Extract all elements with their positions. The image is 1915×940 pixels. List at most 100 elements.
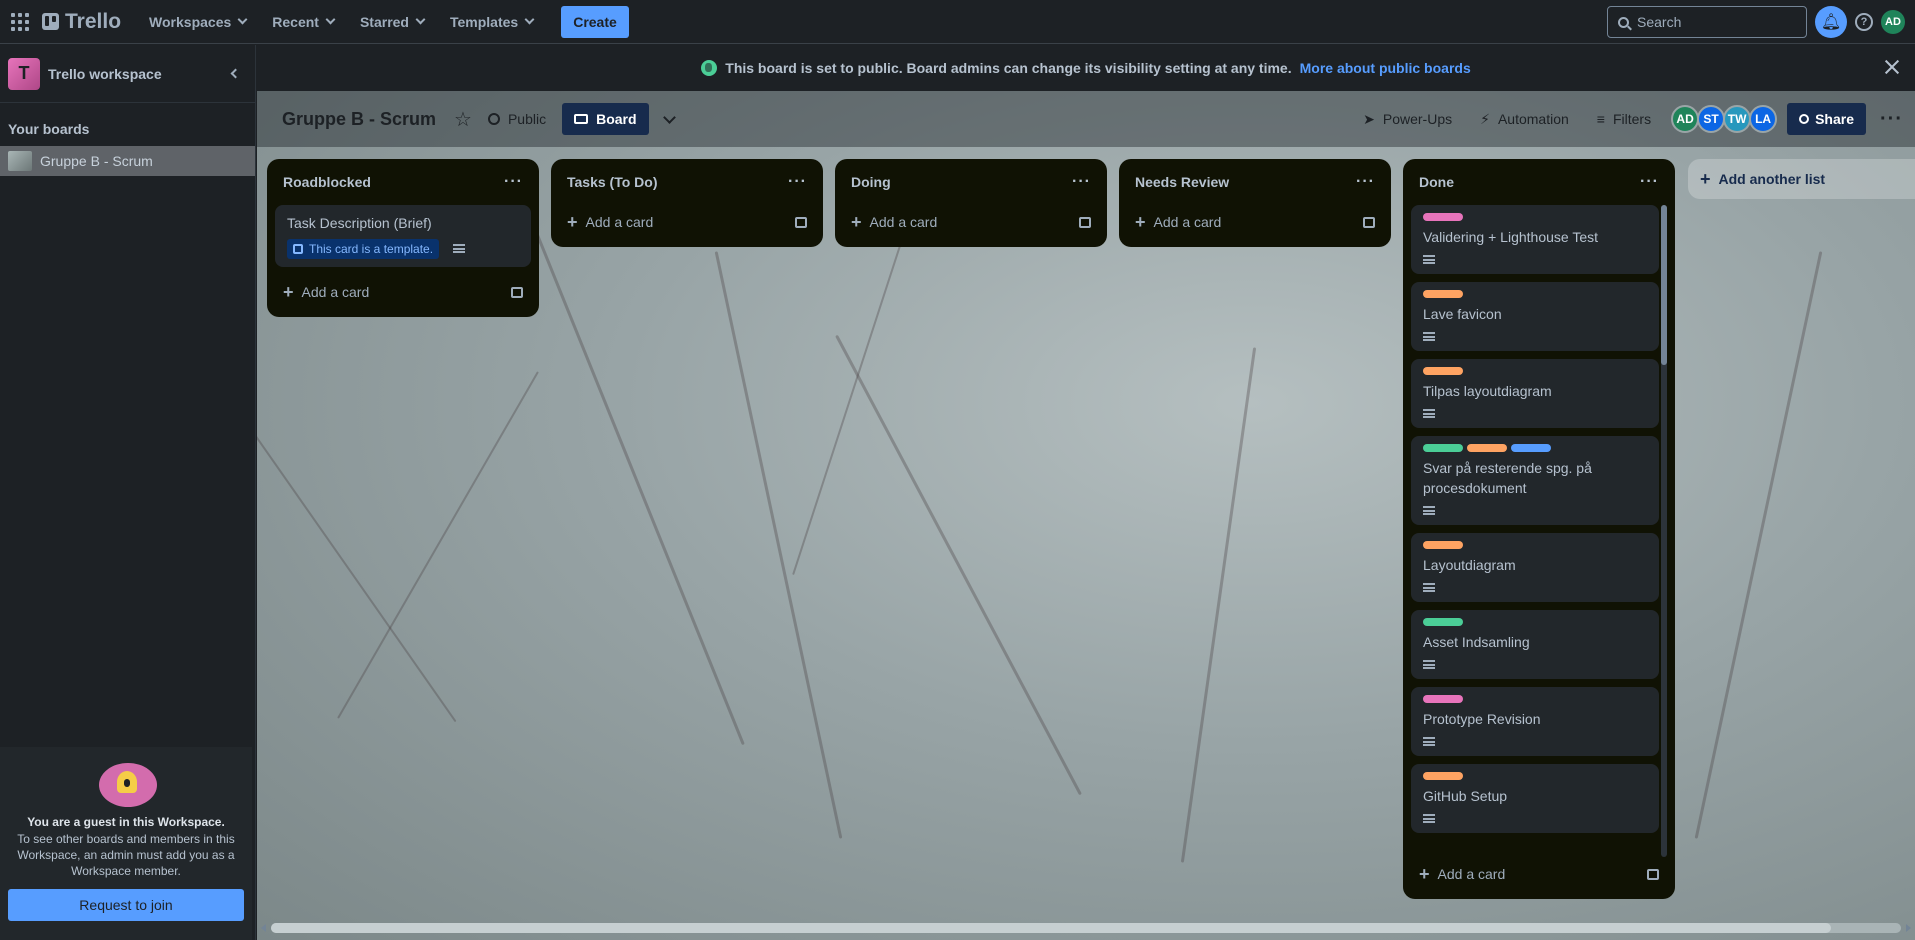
account-avatar[interactable]: AD [1881,10,1905,34]
member-avatar[interactable]: LA [1749,105,1778,133]
card-labels [1423,367,1647,375]
list-roadblocked: Roadblocked ··· Task Description (Brief)… [267,159,539,317]
add-card-button[interactable]: + Add a card [1127,205,1383,239]
list-menu-icon[interactable]: ··· [788,173,807,191]
template-badge: This card is a template. [287,239,440,259]
card-label[interactable] [1467,444,1507,452]
chevron-down-icon[interactable] [662,110,676,124]
add-card-button[interactable]: + Add a card [843,205,1099,239]
sidebar-board-item[interactable]: Gruppe B - Scrum [0,146,255,176]
public-board-banner: This board is set to public. Board admin… [257,45,1915,91]
add-list-button[interactable]: + Add another list [1688,159,1915,199]
automation-button[interactable]: ⚡︎ Automation [1468,103,1581,135]
card[interactable]: GitHub Setup [1411,764,1659,833]
list-menu-icon[interactable]: ··· [1640,173,1659,191]
request-to-join-button[interactable]: Request to join [8,889,244,921]
card-title: Svar på resterende spg. på procesdokumen… [1423,460,1592,496]
star-icon[interactable]: ☆ [454,107,472,132]
board-title[interactable]: Gruppe B - Scrum [282,109,436,130]
card-label[interactable] [1423,290,1463,298]
card-label[interactable] [1423,618,1463,626]
filters-button[interactable]: ≡ Filters [1585,103,1663,135]
card[interactable]: Prototype Revision [1411,687,1659,756]
card[interactable]: Task Description (Brief) This card is a … [275,205,531,267]
workspace-name[interactable]: Trello workspace [48,66,223,82]
card[interactable]: Lave favicon [1411,282,1659,351]
visibility-button[interactable]: Public [487,111,546,127]
list-menu-icon[interactable]: ··· [504,173,523,191]
nav-workspaces[interactable]: Workspaces [139,6,256,38]
template-badge-label: This card is a template. [309,242,434,256]
list-menu-icon[interactable]: ··· [1356,173,1375,191]
card-label[interactable] [1423,367,1463,375]
card[interactable]: Svar på resterende spg. på procesdokumen… [1411,436,1659,525]
card-label[interactable] [1423,772,1463,780]
nav-templates[interactable]: Templates [440,6,543,38]
scroll-left-arrow[interactable] [261,924,266,932]
create-from-template-icon[interactable] [1079,216,1091,228]
help-button[interactable]: ? [1855,13,1873,31]
plus-icon: + [1419,863,1430,884]
card-label[interactable] [1423,213,1463,221]
share-button[interactable]: Share [1787,103,1867,135]
close-icon[interactable] [1883,58,1901,76]
list-header[interactable]: Needs Review ··· [1127,159,1383,205]
chevron-down-icon [325,14,336,25]
search-placeholder: Search [1637,14,1682,30]
create-from-template-icon[interactable] [795,216,807,228]
member-avatar[interactable]: TW [1723,105,1752,133]
add-card-button[interactable]: + Add a card [559,205,815,239]
banner-link[interactable]: More about public boards [1300,60,1471,76]
plus-icon: + [1700,168,1711,189]
add-card-button[interactable]: + Add a card [1411,857,1667,891]
nav-workspaces-label: Workspaces [149,13,232,30]
scrollbar-thumb[interactable] [271,923,1831,933]
add-card-button[interactable]: + Add a card [275,275,531,309]
trello-logo[interactable]: Trello [42,10,121,34]
card[interactable]: Validering + Lighthouse Test [1411,205,1659,274]
horizontal-scrollbar[interactable] [257,920,1915,934]
board-canvas: This board is set to public. Board admin… [257,45,1915,940]
card-label[interactable] [1423,444,1463,452]
card-labels [1423,541,1647,549]
card[interactable]: Tilpas layoutdiagram [1411,359,1659,428]
card[interactable]: Asset Indsamling [1411,610,1659,679]
member-avatar[interactable]: ST [1697,105,1726,133]
globe-icon [701,60,718,76]
notifications-button[interactable]: 🔔︎ [1815,6,1847,38]
add-card-label: Add a card [301,284,370,300]
workspace-badge: T [8,57,40,90]
member-avatar[interactable]: AD [1671,105,1700,133]
description-icon [1423,583,1435,592]
collapse-sidebar-button[interactable] [223,62,247,86]
scroll-right-arrow[interactable] [1906,924,1911,932]
sidebar-board-label: Gruppe B - Scrum [40,153,153,169]
nav-recent[interactable]: Recent [262,6,344,38]
create-from-template-icon[interactable] [1363,216,1375,228]
power-ups-button[interactable]: ➤ Power-Ups [1351,103,1464,135]
card[interactable]: Layoutdiagram [1411,533,1659,602]
list-menu-icon[interactable]: ··· [1072,173,1091,191]
create-from-template-icon[interactable] [511,286,523,298]
list-header[interactable]: Done ··· [1411,159,1667,205]
card-label[interactable] [1423,695,1463,703]
card-label[interactable] [1423,541,1463,549]
card-title: Asset Indsamling [1423,634,1530,650]
list-header[interactable]: Tasks (To Do) ··· [559,159,815,205]
app-switcher-icon[interactable] [8,10,32,34]
card-label[interactable] [1511,444,1551,452]
done-card-scroll-area: Validering + Lighthouse Test Lave favicon… [1411,205,1667,857]
list-header[interactable]: Roadblocked ··· [275,159,531,205]
list-title: Roadblocked [283,174,371,190]
logo-text: Trello [65,9,122,33]
board-view-button[interactable]: Board [562,103,649,135]
share-label: Share [1815,111,1855,127]
top-navigation: Trello Workspaces Recent Starred Templat… [0,0,1915,44]
nav-starred[interactable]: Starred [350,6,434,38]
create-button[interactable]: Create [561,5,629,38]
create-from-template-icon[interactable] [1647,868,1659,880]
list-scrollbar[interactable] [1661,205,1667,857]
list-header[interactable]: Doing ··· [843,159,1099,205]
more-icon[interactable]: ··· [1880,108,1903,131]
search-input[interactable]: Search [1607,6,1807,38]
